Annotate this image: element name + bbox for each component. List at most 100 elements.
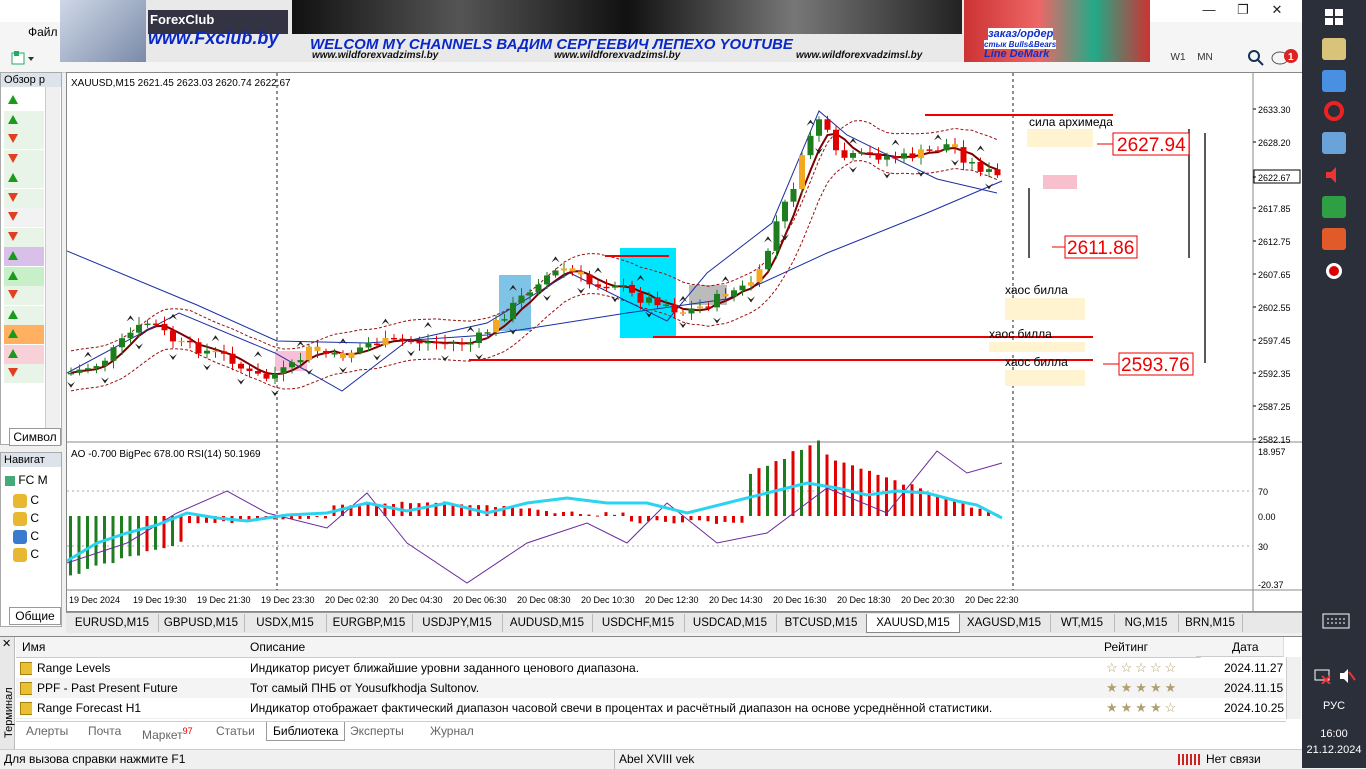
symbol-tab[interactable]: USDX,M15 xyxy=(244,614,327,632)
symbol-tab[interactable]: XAUUSD,M15 xyxy=(866,614,960,633)
terminal-close-icon[interactable]: ✕ xyxy=(2,637,11,650)
symbol-tab[interactable]: EURUSD,M15 xyxy=(66,614,159,632)
network-icon[interactable] xyxy=(1314,668,1332,685)
clock-date[interactable]: 21.12.2024 xyxy=(1302,744,1366,756)
market-watch-row[interactable] xyxy=(4,130,44,149)
banner-brand: ForexClub xyxy=(150,12,215,27)
market-watch-row[interactable] xyxy=(4,188,44,208)
candle-body xyxy=(841,150,848,158)
windows-start-icon[interactable] xyxy=(1322,6,1346,28)
market-watch-row[interactable] xyxy=(4,305,44,325)
file-explorer-icon[interactable] xyxy=(1322,38,1346,60)
keyboard-icon[interactable] xyxy=(1322,612,1350,634)
symbol-tab[interactable]: USDCAD,M15 xyxy=(684,614,777,632)
market-watch-row[interactable] xyxy=(4,149,44,169)
terminal-tab[interactable]: Эксперты xyxy=(350,722,404,740)
zone-chaos-2 xyxy=(989,342,1085,352)
symbol-tab[interactable]: WT,M15 xyxy=(1050,614,1115,632)
menu-file[interactable]: Файл xyxy=(28,25,58,39)
ao-histogram-bar xyxy=(179,516,183,542)
terminal-tab[interactable]: Маркет97 xyxy=(142,722,193,742)
chart-window[interactable]: 2633.30 2628.20 2622.67 2617.85 2612.75 2607.… xyxy=(66,72,1304,612)
terminal-tab[interactable]: Журнал xyxy=(430,722,474,740)
market-watch-row[interactable] xyxy=(4,364,44,383)
col-description[interactable]: Описание xyxy=(246,637,1105,658)
symbol-tab[interactable]: NG,M15 xyxy=(1114,614,1179,632)
ao-histogram-bar xyxy=(307,516,310,519)
terminal-tab[interactable]: Статьи xyxy=(216,722,255,740)
close-button[interactable]: ✕ xyxy=(1260,0,1294,20)
market-watch-row[interactable] xyxy=(4,344,44,364)
anydesk-icon[interactable] xyxy=(1322,228,1346,250)
symbol-tab[interactable]: BTCUSD,M15 xyxy=(776,614,867,632)
col-name[interactable]: Имя xyxy=(16,637,253,658)
candle-body xyxy=(136,324,142,333)
price-axis-label: 2582.15 xyxy=(1258,435,1291,445)
notifications-button[interactable]: 1 xyxy=(1270,48,1300,68)
paint-icon[interactable] xyxy=(1322,132,1346,154)
market-watch-row[interactable] xyxy=(4,266,44,286)
candle-body xyxy=(569,268,576,272)
time-axis-label: 20 Dec 14:30 xyxy=(709,595,763,605)
navigator-item[interactable]: C xyxy=(13,491,39,509)
market-watch-row[interactable] xyxy=(4,247,44,266)
library-row[interactable]: Range Forecast H1 Индикатор отображает фа… xyxy=(16,698,1284,719)
app-icon[interactable] xyxy=(1322,70,1346,92)
navigator-item[interactable]: C xyxy=(13,509,39,527)
new-chart-button[interactable] xyxy=(8,48,38,68)
market-watch-row[interactable] xyxy=(4,227,44,247)
ao-histogram-bar xyxy=(358,506,361,516)
symbol-tab[interactable]: EURGBP,M15 xyxy=(326,614,413,632)
speaker-icon[interactable] xyxy=(1322,164,1346,186)
market-watch-row[interactable] xyxy=(4,110,44,130)
navigator-item[interactable]: C xyxy=(13,527,39,545)
status-profile[interactable]: Abel XVIII vek xyxy=(614,750,694,769)
market-watch-row[interactable] xyxy=(4,169,44,188)
symbol-tab[interactable]: GBPUSD,M15 xyxy=(158,614,245,632)
terminal-tab[interactable]: Библиотека xyxy=(266,722,346,741)
navigator-item[interactable]: C xyxy=(13,545,39,563)
tab-general[interactable]: Общие xyxy=(9,607,61,625)
symbol-tab[interactable]: USDJPY,M15 xyxy=(412,614,503,632)
navigator-root[interactable]: FC M xyxy=(5,473,48,487)
terminal-scrollbar[interactable] xyxy=(1286,657,1301,719)
record-icon[interactable] xyxy=(1322,260,1346,282)
volume-icon[interactable] xyxy=(1338,668,1356,684)
col-rating[interactable]: Рейтинг xyxy=(1100,637,1201,658)
symbol-tab[interactable]: USDCHF,M15 xyxy=(592,614,685,632)
language-indicator[interactable]: РУС xyxy=(1302,700,1366,712)
candle-body xyxy=(688,308,695,314)
symbol-tab[interactable]: AUDUSD,M15 xyxy=(502,614,593,632)
symbol-tab[interactable]: BRN,M15 xyxy=(1178,614,1243,632)
terminal-tab[interactable]: Почта xyxy=(88,722,121,740)
search-button[interactable] xyxy=(1246,48,1266,68)
timeframe-mn[interactable]: MN xyxy=(1194,48,1216,68)
price-chart[interactable]: 2633.30 2628.20 2622.67 2617.85 2612.75 2607.… xyxy=(66,73,1303,611)
opera-icon[interactable] xyxy=(1322,100,1346,122)
market-watch-row[interactable] xyxy=(4,91,44,110)
market-watch-row[interactable] xyxy=(4,325,44,344)
candle-body xyxy=(697,306,703,309)
arrow-up-icon xyxy=(8,114,18,124)
market-watch-row[interactable] xyxy=(4,208,44,227)
symbol-tab[interactable]: XAGUSD,M15 xyxy=(958,614,1051,632)
market-watch-row[interactable] xyxy=(4,286,44,305)
calculator-icon[interactable] xyxy=(1322,196,1346,218)
oscillator-axis-label: 30 xyxy=(1258,542,1268,552)
candle-body xyxy=(680,312,686,314)
terminal-tab[interactable]: Алерты xyxy=(26,722,68,740)
library-row[interactable]: Range Levels Индикатор рисует ближайшие у… xyxy=(16,658,1284,679)
col-date[interactable]: Дата xyxy=(1196,637,1284,657)
candle-body xyxy=(850,152,856,158)
tab-symbols[interactable]: Символ xyxy=(9,428,61,446)
minimize-button[interactable]: — xyxy=(1192,0,1226,20)
ao-histogram-bar xyxy=(740,516,744,523)
timeframe-w1[interactable]: W1 xyxy=(1168,48,1188,68)
candle-body xyxy=(459,342,465,345)
library-row[interactable]: PPF - Past Present Future Тот самый ПНБ о… xyxy=(16,678,1284,699)
market-watch-scrollbar[interactable] xyxy=(45,87,60,429)
restore-button[interactable]: ❐ xyxy=(1226,0,1260,20)
clock-time[interactable]: 16:00 xyxy=(1302,728,1366,740)
arrow-down-icon xyxy=(8,153,18,163)
advert-banner[interactable]: ForexClub www.Fxclub.by WELCOM MY CHANNE… xyxy=(60,0,1150,62)
